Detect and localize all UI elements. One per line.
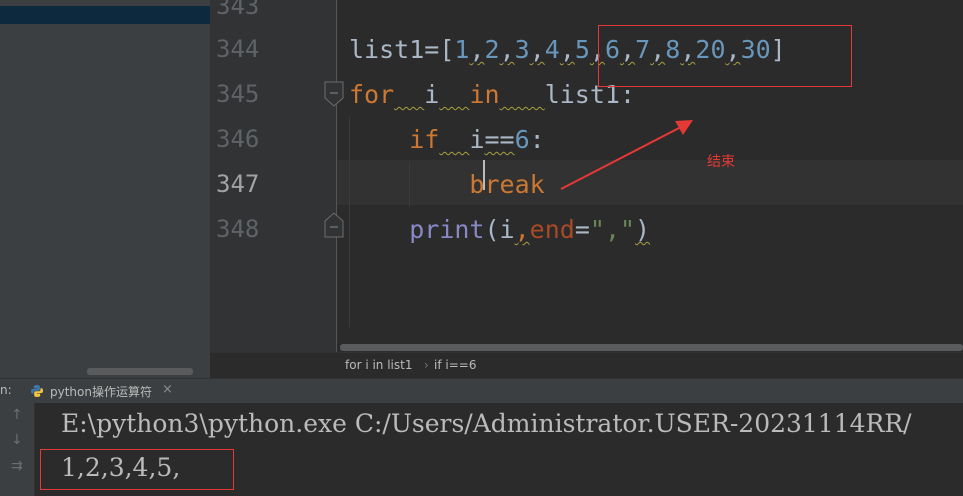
list-number: 2: [484, 35, 500, 64]
scroll-up-icon[interactable]: ↑: [11, 407, 23, 423]
list-number: 5: [574, 35, 590, 64]
editor-horizontal-scrollbar[interactable]: [340, 344, 963, 351]
project-selected-row[interactable]: [0, 6, 210, 24]
code-line-348: print(i,end=","): [409, 215, 651, 244]
run-tab-label: python操作运算符: [50, 385, 152, 399]
loop-variable: i: [424, 80, 440, 109]
annotation-label: 结束: [707, 154, 735, 170]
keyword-in: in: [469, 80, 500, 109]
project-panel: [0, 0, 210, 378]
console-toolbar: ↑ ↓ ⇉: [0, 403, 35, 496]
run-label: n:: [0, 383, 12, 397]
keyword-break: break: [469, 170, 545, 199]
breadcrumb: for i in list1 › if i==6: [210, 352, 963, 379]
line-number-current: 347: [216, 170, 260, 198]
python-icon: [31, 385, 43, 397]
project-horizontal-scrollbar[interactable]: [87, 368, 193, 375]
run-tab[interactable]: python操作运算符 ×: [24, 379, 176, 403]
line-number: 348: [216, 215, 260, 243]
list-number: 3: [514, 35, 530, 64]
run-tool-window-header: n: python操作运算符 ×: [0, 378, 963, 404]
line-number: 343: [216, 0, 260, 20]
code-line-347: break: [349, 162, 545, 207]
parameter-end: end: [529, 215, 575, 244]
fold-marker-icon[interactable]: [324, 81, 344, 107]
builtin-print: print: [409, 215, 485, 244]
code-line-345: for i in list1:: [349, 80, 636, 109]
keyword-for: for: [349, 80, 395, 109]
breadcrumb-separator: ›: [424, 358, 429, 372]
list-number: 1: [454, 35, 470, 64]
console-command-line: E:\python3\python.exe C:/Users/Administr…: [61, 409, 912, 438]
line-number: 346: [216, 125, 260, 153]
variable-list1: list1: [349, 35, 425, 64]
breadcrumb-item-if[interactable]: if i==6: [434, 358, 476, 372]
code-line-346: if i==6:: [409, 125, 545, 154]
fold-marker-icon[interactable]: [324, 212, 344, 238]
breadcrumb-item-for[interactable]: for i in list1: [345, 358, 412, 372]
highlight-box-list-values: [598, 25, 852, 87]
list-number: 4: [544, 35, 560, 64]
text-caret: [483, 160, 485, 190]
close-icon[interactable]: ×: [162, 382, 173, 397]
annotation-arrow-icon: [560, 120, 693, 190]
line-number: 345: [216, 80, 260, 108]
keyword-if: if: [409, 125, 440, 154]
string-literal: ",": [589, 215, 636, 244]
scroll-down-icon[interactable]: ↓: [11, 432, 23, 448]
line-number: 344: [216, 35, 260, 63]
highlight-box-output: [40, 449, 234, 490]
soft-wrap-icon[interactable]: ⇉: [11, 458, 23, 474]
